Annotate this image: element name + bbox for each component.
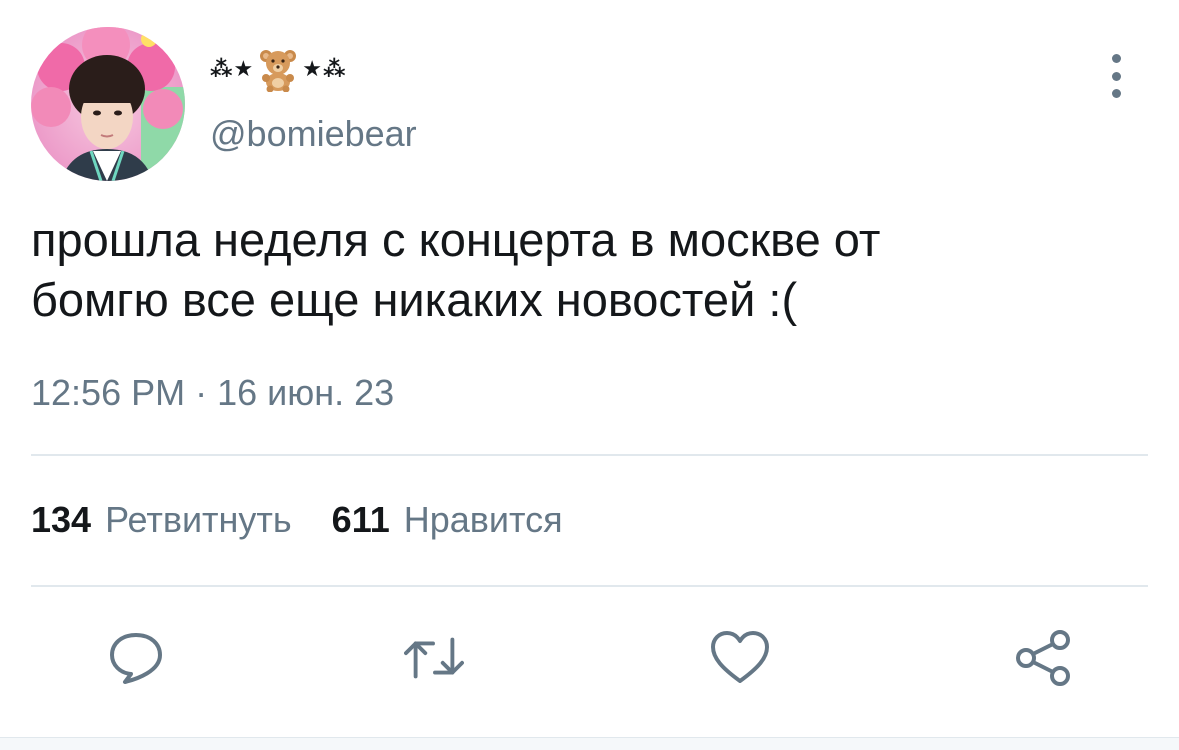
tweet-detail: ⁂★ ★⁂ @bomiebear прошла неделя с концерт… — [0, 0, 1179, 750]
retweet-icon — [404, 637, 464, 679]
retweet-button[interactable] — [404, 628, 464, 688]
display-name-left: ⁂★ — [210, 56, 255, 81]
avatar[interactable] — [31, 27, 185, 181]
display-name-right: ★⁂ — [302, 56, 347, 81]
reply-button[interactable] — [106, 628, 166, 688]
user-handle[interactable]: @bomiebear — [210, 113, 417, 155]
bottom-edge — [0, 737, 1179, 750]
retweets-label[interactable]: Ретвитнуть — [105, 499, 292, 541]
tweet-text-line-2: бомгю все еще никаких новостей :( — [31, 273, 798, 326]
share-button[interactable] — [1014, 628, 1074, 688]
divider — [31, 585, 1148, 587]
teddy-bear-emoji-icon — [258, 46, 298, 93]
tweet-actions — [0, 628, 1179, 688]
likes-count[interactable]: 611 — [332, 499, 390, 541]
more-options-icon[interactable] — [1098, 54, 1134, 98]
tweet-text-line-1: прошла неделя с концерта в москве от — [31, 213, 881, 266]
like-button[interactable] — [710, 628, 770, 688]
divider — [31, 454, 1148, 456]
avatar-image — [31, 27, 185, 181]
display-name[interactable]: ⁂★ ★⁂ — [210, 44, 346, 94]
likes-label[interactable]: Нравится — [404, 499, 563, 541]
reply-icon — [110, 633, 162, 684]
tweet-timestamp[interactable]: 12:56 PM · 16 июн. 23 — [31, 372, 394, 414]
heart-icon — [711, 631, 769, 683]
retweets-count[interactable]: 134 — [31, 499, 91, 541]
share-icon — [1016, 630, 1070, 686]
tweet-text: прошла неделя с концерта в москве от бом… — [31, 210, 1141, 330]
tweet-stats: 134 Ретвитнуть 611 Нравится — [31, 499, 603, 541]
